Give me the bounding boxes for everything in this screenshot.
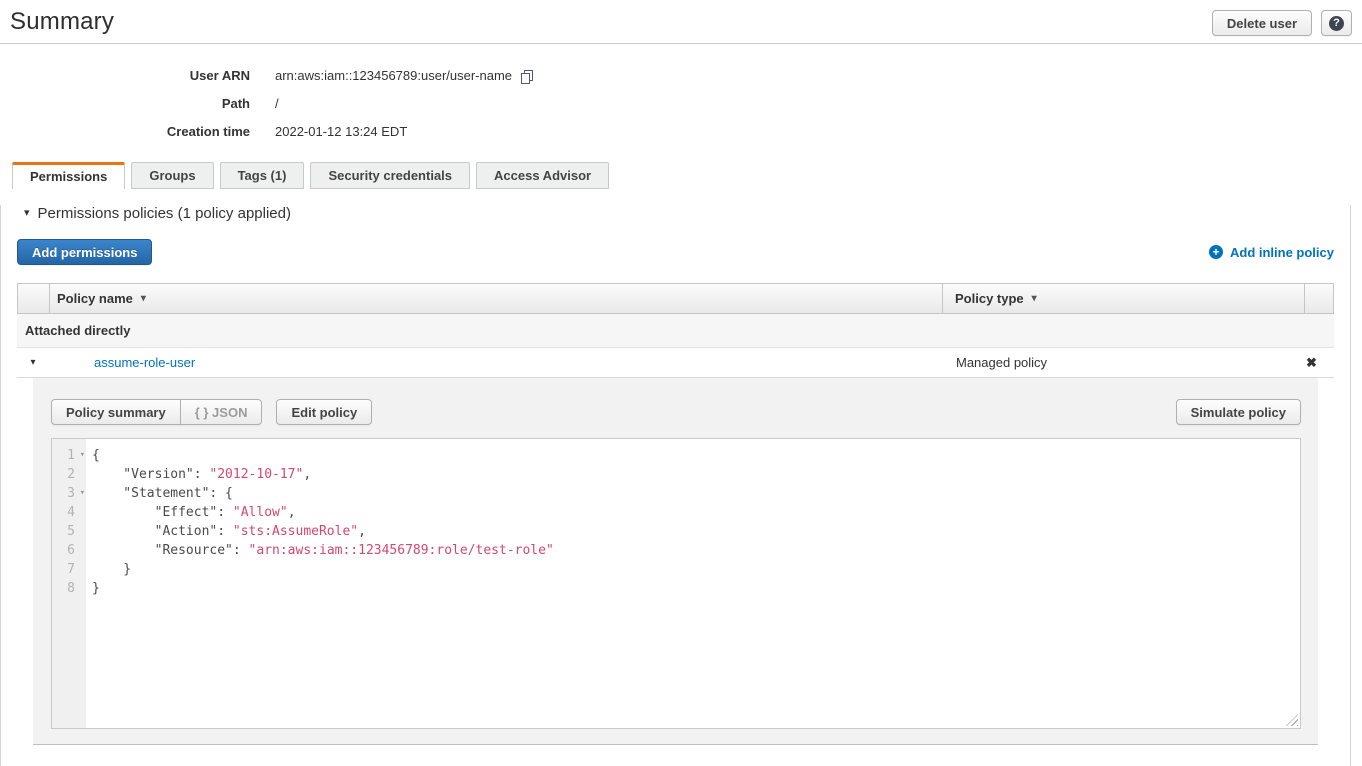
json-view-button[interactable]: { } JSON [180,399,263,425]
row-expander-caret[interactable]: ▾ [17,357,49,368]
permissions-policies-heading: Permissions policies (1 policy applied) [38,205,291,222]
action-column-header [1305,284,1333,313]
line-number: 6 [67,543,75,558]
tab-tags[interactable]: Tags (1) [220,162,305,189]
code-line: "Effect": "Allow", [92,503,1300,522]
code-line: { [92,446,1300,465]
creation-time-label: Creation time [0,118,250,146]
code-line: "Statement": { [92,484,1300,503]
policy-table-row: ▾ assume-role-user Managed policy ✖ [17,348,1334,378]
line-number: 2 [67,467,75,482]
sort-caret-icon: ▾ [141,293,146,304]
expander-column-header [18,284,50,313]
page-title: Summary [10,8,114,36]
line-number: 1 [67,448,75,463]
line-number: 4 [67,505,75,520]
editor-gutter: 1 ▾ 2 3 ▾ 4 5 6 7 8 [52,439,86,728]
copy-icon[interactable] [519,69,535,85]
permissions-policies-toggle[interactable]: ▾ Permissions policies (1 policy applied… [24,205,1350,222]
user-details: User ARN arn:aws:iam::123456789:user/use… [0,62,1362,146]
editor-code-area[interactable]: { "Version": "2012-10-17", "Statement": … [86,439,1300,728]
code-line: "Version": "2012-10-17", [92,465,1300,484]
header-actions: Delete user ? [1212,10,1352,36]
page-header: Summary Delete user ? [0,0,1362,44]
user-arn-value: arn:aws:iam::123456789:user/user-name [275,62,512,90]
line-number: 7 [67,562,75,577]
detail-row-creation-time: Creation time 2022-01-12 13:24 EDT [0,118,1362,146]
line-number: 5 [67,524,75,539]
code-line: } [92,560,1300,579]
edit-policy-button[interactable]: Edit policy [276,399,372,425]
json-policy-editor[interactable]: 1 ▾ 2 3 ▾ 4 5 6 7 8 { "Version": "2012-10-… [51,438,1301,729]
column-policy-name[interactable]: Policy name ▾ [50,284,943,313]
permissions-tab-content: ▾ Permissions policies (1 policy applied… [0,205,1351,766]
code-line: "Action": "sts:AssumeRole", [92,522,1300,541]
policy-table: Policy name ▾ Policy type ▾ Attached dir… [17,283,1334,745]
detail-row-arn: User ARN arn:aws:iam::123456789:user/use… [0,62,1362,90]
policy-summary-button[interactable]: Policy summary [51,399,181,425]
user-arn-label: User ARN [0,62,250,90]
policy-detail-panel: Policy summary { } JSON Edit policy Simu… [33,378,1318,745]
creation-time-value: 2022-01-12 13:24 EDT [275,118,407,146]
plus-circle-icon: + [1209,245,1223,259]
add-inline-policy-link[interactable]: + Add inline policy [1209,245,1334,260]
view-toggle-group: Policy summary { } JSON [51,399,262,425]
help-button[interactable]: ? [1321,10,1352,36]
path-label: Path [0,90,250,118]
attached-directly-group-row: Attached directly [17,314,1334,348]
policy-detail-toolbar: Policy summary { } JSON Edit policy Simu… [51,399,1301,425]
tab-groups[interactable]: Groups [131,162,213,189]
code-line: } [92,579,1300,598]
policy-actions-row: Add permissions + Add inline policy [17,239,1334,265]
tab-bar: Permissions Groups Tags (1) Security cre… [0,162,1362,189]
fold-caret-icon[interactable]: ▾ [80,446,85,465]
delete-user-button[interactable]: Delete user [1212,10,1312,36]
code-line: "Resource": "arn:aws:iam::123456789:role… [92,541,1300,560]
path-value: / [275,90,279,118]
tab-access-advisor[interactable]: Access Advisor [476,162,609,189]
column-policy-type[interactable]: Policy type ▾ [943,284,1305,313]
policy-table-header: Policy name ▾ Policy type ▾ [17,283,1334,314]
sort-caret-icon: ▾ [1032,293,1037,304]
policy-name-link[interactable]: assume-role-user [94,355,195,370]
question-mark-icon: ? [1329,16,1344,31]
policy-type-value: Managed policy [956,355,1047,370]
fold-caret-icon[interactable]: ▾ [80,484,85,503]
tab-permissions[interactable]: Permissions [12,162,125,189]
collapse-caret-icon: ▾ [24,208,30,219]
simulate-policy-button[interactable]: Simulate policy [1176,399,1301,425]
line-number: 8 [67,581,75,596]
remove-policy-button[interactable]: ✖ [1306,355,1317,370]
line-number: 3 [67,486,75,501]
add-permissions-button[interactable]: Add permissions [17,239,152,265]
detail-row-path: Path / [0,90,1362,118]
tab-security-credentials[interactable]: Security credentials [310,162,470,189]
